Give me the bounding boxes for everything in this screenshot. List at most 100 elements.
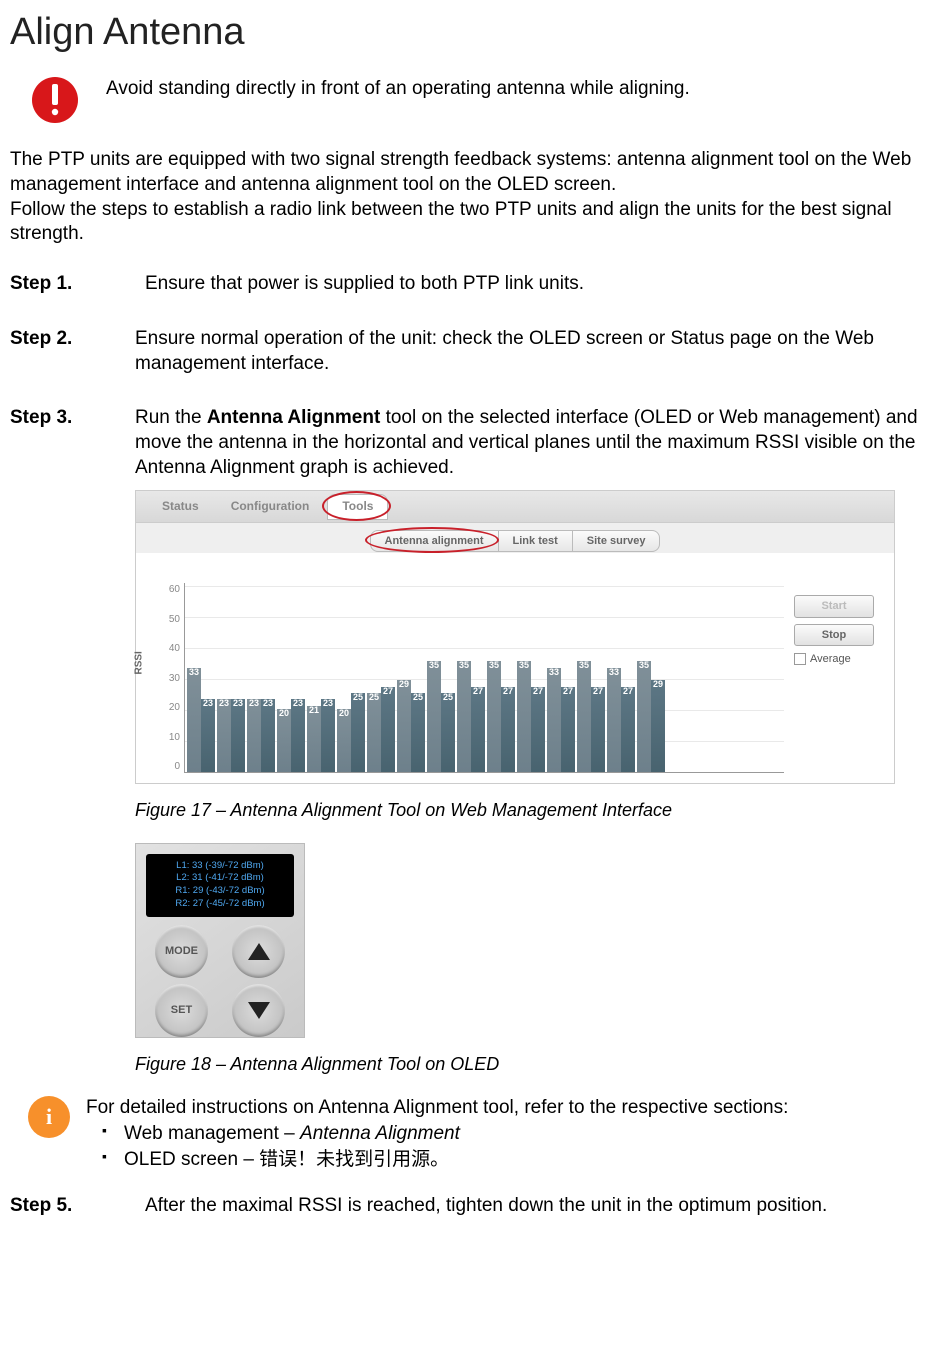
info-bullets: Web management – Antenna Alignment OLED … (86, 1121, 925, 1174)
ytick: 40 (144, 642, 180, 655)
bar-remote: 25 (411, 693, 425, 772)
bar-remote: 27 (501, 687, 515, 773)
bar-local: 20 (277, 709, 291, 772)
bar-remote: 27 (471, 687, 485, 773)
tab-tools[interactable]: Tools (327, 494, 388, 520)
bar-remote: 25 (351, 693, 365, 772)
info-bullet-1: Web management – Antenna Alignment (124, 1121, 925, 1148)
y-axis-label: RSSI (133, 651, 146, 674)
b1-pre: Web management – (124, 1123, 300, 1144)
bar-remote: 23 (231, 699, 245, 772)
figure-18-caption: Figure 18 – Antenna Alignment Tool on OL… (135, 1053, 925, 1076)
bar-local: 33 (547, 668, 561, 773)
bar-local: 35 (577, 661, 591, 772)
chart-controls: Start Stop Average (784, 583, 884, 773)
tab-status[interactable]: Status (148, 495, 213, 519)
web-sub-tabs: Antenna alignment Link test Site survey (136, 523, 894, 553)
info-lead: For detailed instructions on Antenna Ali… (86, 1096, 925, 1121)
bar-remote: 23 (201, 699, 215, 772)
oled-mock: L1: 33 (-39/-72 dBm) L2: 31 (-41/-72 dBm… (135, 843, 305, 1038)
warning-icon (32, 77, 78, 123)
triangle-up-icon (248, 943, 270, 960)
bar-local: 35 (487, 661, 501, 772)
step-1-text: Ensure that power is supplied to both PT… (135, 272, 925, 297)
bar-local: 20 (337, 709, 351, 772)
tab-configuration[interactable]: Configuration (217, 495, 324, 519)
bar-remote: 23 (291, 699, 305, 772)
ytick: 20 (144, 701, 180, 714)
start-button[interactable]: Start (794, 595, 874, 617)
step-3-bold: Antenna Alignment (207, 407, 380, 428)
ytick: 60 (144, 583, 180, 596)
down-button[interactable] (232, 984, 285, 1037)
bar-remote: 27 (561, 687, 575, 773)
bar-remote: 27 (531, 687, 545, 773)
bar-remote: 27 (381, 687, 395, 773)
oled-line-l1: L1: 33 (-39/-72 dBm) (150, 860, 290, 873)
ytick: 0 (144, 760, 180, 773)
bar-local: 23 (247, 699, 261, 772)
set-button[interactable]: SET (155, 984, 208, 1037)
ytick: 10 (144, 731, 180, 744)
bar-remote: 27 (621, 687, 635, 773)
y-axis-ticks: 60 50 40 30 20 10 0 (144, 583, 184, 773)
bar-remote: 23 (261, 699, 275, 772)
info-icon: i (28, 1096, 70, 1138)
figure-17: Status Configuration Tools Antenna align… (135, 490, 925, 784)
figure-18: L1: 33 (-39/-72 dBm) L2: 31 (-41/-72 dBm… (135, 843, 925, 1038)
step-3: Step 3. Run the Antenna Alignment tool o… (10, 406, 925, 480)
intro-line-1: The PTP units are equipped with two sign… (10, 149, 911, 195)
ytick: 30 (144, 672, 180, 685)
bar-local: 33 (187, 668, 201, 773)
average-label: Average (810, 652, 851, 666)
b1-italic: Antenna Alignment (300, 1123, 460, 1144)
step-3-text: Run the Antenna Alignment tool on the se… (135, 406, 925, 480)
web-ui-mock: Status Configuration Tools Antenna align… (135, 490, 895, 784)
step-2-text: Ensure normal operation of the unit: che… (135, 327, 925, 376)
bar-local: 25 (367, 693, 381, 772)
info-body: For detailed instructions on Antenna Ali… (86, 1096, 925, 1174)
average-checkbox[interactable]: Average (794, 652, 874, 666)
subtab-site-survey[interactable]: Site survey (573, 530, 661, 552)
bar-local: 35 (427, 661, 441, 772)
stop-button[interactable]: Stop (794, 624, 874, 646)
step-3-pre: Run the (135, 407, 207, 428)
oled-line-r2: R2: 27 (-45/-72 dBm) (150, 898, 290, 911)
checkbox-icon (794, 653, 806, 665)
info-bullet-2: OLED screen – 错误！未找到引用源。 (124, 1147, 925, 1174)
step-5-text: After the maximal RSSI is reached, tight… (135, 1194, 925, 1219)
subtab-link-test[interactable]: Link test (499, 530, 573, 552)
warning-text: Avoid standing directly in front of an o… (106, 77, 690, 102)
bar-remote: 27 (591, 687, 605, 773)
triangle-down-icon (248, 1002, 270, 1019)
bar-local: 23 (217, 699, 231, 772)
mode-button[interactable]: MODE (155, 925, 208, 978)
plot-area: 3323232323232023212320252527292535253527… (184, 583, 784, 773)
subtab-antenna-alignment[interactable]: Antenna alignment (370, 530, 499, 552)
step-2: Step 2. Ensure normal operation of the u… (10, 327, 925, 376)
bar-local: 35 (457, 661, 471, 772)
oled-buttons: MODE SET (146, 925, 294, 1037)
bar-remote: 25 (441, 693, 455, 772)
bar-remote: 23 (321, 699, 335, 772)
step-3-label: Step 3. (10, 406, 135, 431)
bar-local: 29 (397, 680, 411, 772)
oled-line-r1: R1: 29 (-43/-72 dBm) (150, 885, 290, 898)
bar-local: 35 (637, 661, 651, 772)
figure-17-caption: Figure 17 – Antenna Alignment Tool on We… (135, 799, 925, 822)
step-5: Step 5. After the maximal RSSI is reache… (10, 1194, 925, 1219)
step-5-label: Step 5. (10, 1194, 135, 1219)
page-title: Align Antenna (10, 8, 925, 57)
bar-local: 33 (607, 668, 621, 773)
step-1-label: Step 1. (10, 272, 135, 297)
intro-paragraph: The PTP units are equipped with two sign… (10, 148, 925, 247)
bar-remote: 29 (651, 680, 665, 772)
web-main-tabs: Status Configuration Tools (136, 491, 894, 523)
intro-line-2: Follow the steps to establish a radio li… (10, 199, 892, 245)
up-button[interactable] (232, 925, 285, 978)
bar-local: 21 (307, 706, 321, 773)
info-callout: i For detailed instructions on Antenna A… (10, 1096, 925, 1174)
step-2-label: Step 2. (10, 327, 135, 352)
oled-line-l2: L2: 31 (-41/-72 dBm) (150, 872, 290, 885)
rssi-chart: RSSI 60 50 40 30 20 10 0 332323232323202… (136, 553, 894, 783)
